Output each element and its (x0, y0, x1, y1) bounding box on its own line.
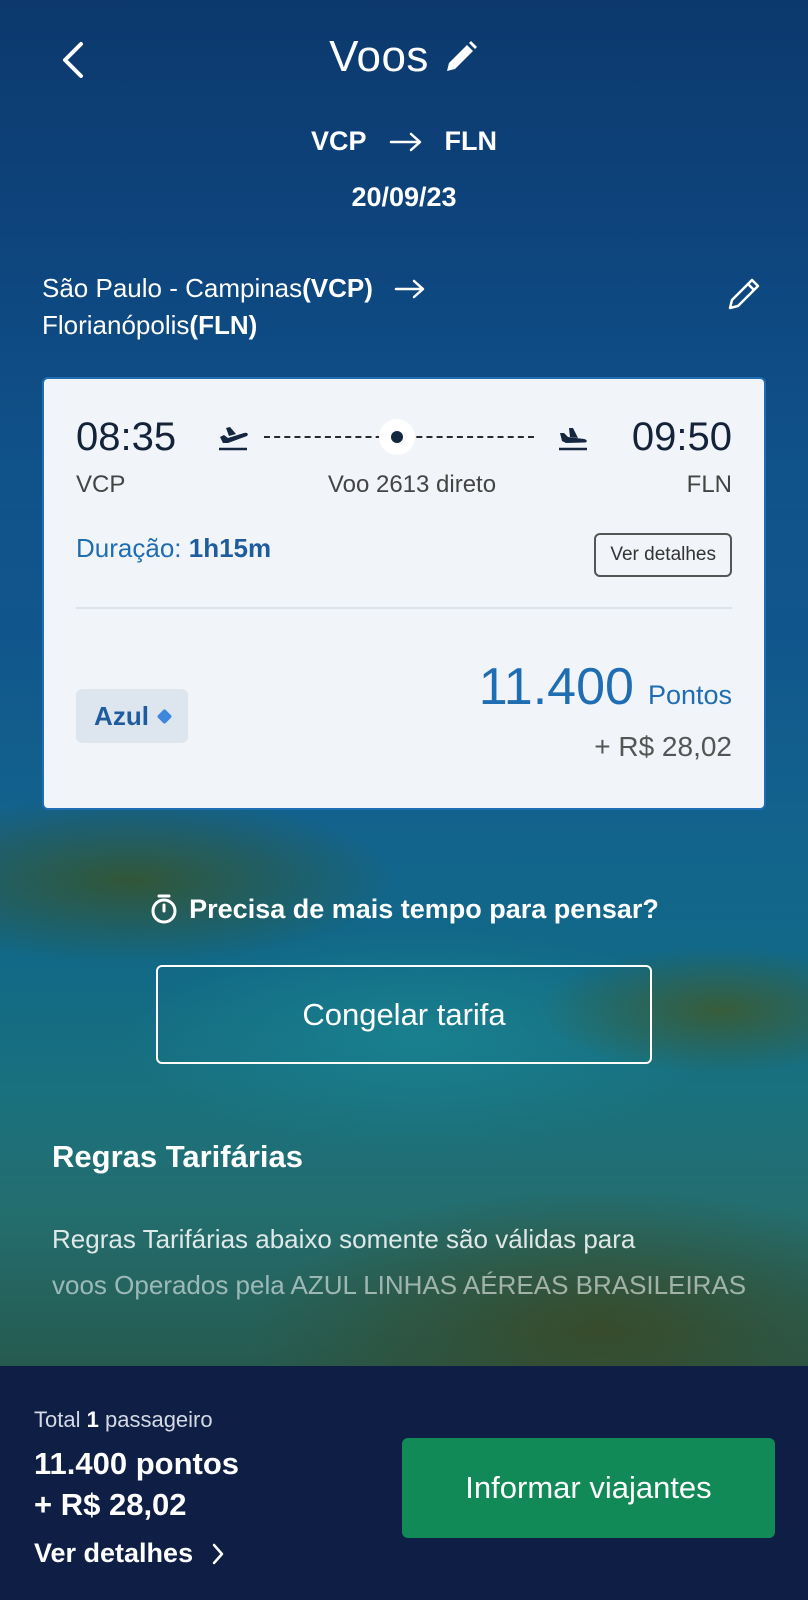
arrow-right-icon (394, 279, 425, 299)
freeze-fare-button[interactable]: Congelar tarifa (156, 965, 652, 1064)
flight-path (264, 419, 534, 455)
destination-city: Florianópolis (42, 310, 190, 340)
duration-label: Duração: (76, 533, 182, 563)
total-details-link[interactable]: Ver detalhes (34, 1538, 225, 1569)
departure-time: 08:35 (76, 415, 177, 459)
landing-icon (559, 428, 587, 451)
destination-code: FLN (444, 126, 497, 156)
direct-flight-dot (379, 419, 415, 455)
freeze-prompt: Precisa de mais tempo para pensar? (0, 893, 808, 925)
arrow-right-icon (389, 132, 421, 151)
origin-code: VCP (310, 126, 367, 156)
money-price: + R$ 28,02 (594, 731, 732, 762)
flight-card[interactable]: 08:35 09:50 VCP Voo 2613 direto FLN Dura… (42, 377, 766, 810)
fare-rules-line: voos Operados pela AZUL LINHAS AÉREAS BR… (52, 1270, 747, 1300)
total-passengers: Total 1 passageiro (34, 1407, 213, 1433)
route-summary: VCP FLN (0, 126, 808, 157)
passenger-count: 1 (86, 1407, 99, 1432)
freeze-question: Precisa de mais tempo para pensar? (189, 893, 659, 924)
takeoff-icon (219, 427, 248, 451)
arrival-code: FLN (686, 471, 732, 498)
duration-value: 1h15m (188, 533, 272, 563)
flight-details-button[interactable]: Ver detalhes (594, 533, 732, 577)
fare-rules-title: Regras Tarifárias (52, 1139, 303, 1174)
passenger-label: passageiro (104, 1407, 213, 1432)
flight-date: 20/09/23 (351, 182, 457, 212)
stopwatch-icon (151, 894, 177, 924)
flight-number: Voo 2613 direto (327, 471, 497, 498)
fare-badge: Azul (76, 689, 188, 743)
page-title: Voos (329, 32, 429, 81)
route-description: São Paulo - Campinas(VCP) Florianópolis(… (42, 270, 662, 344)
fare-rules-text: Regras Tarifárias abaixo somente são vál… (52, 1216, 757, 1308)
diamond-icon (156, 708, 173, 724)
points-value: 11.400 (478, 658, 634, 716)
page-header: Voos (0, 32, 808, 82)
pencil-outline-icon (728, 278, 760, 310)
total-points: 11.400 pontos (34, 1446, 240, 1481)
total-prefix: Total (34, 1407, 81, 1432)
arrival-time: 09:50 (631, 415, 732, 459)
destination-city-code: (FLN) (189, 310, 258, 340)
fare-rules-line: Regras Tarifárias abaixo somente são vál… (52, 1224, 636, 1254)
chevron-right-icon (212, 1543, 224, 1564)
origin-city: São Paulo - Campinas (42, 273, 303, 303)
duration: Duração: 1h15m (76, 533, 271, 564)
origin-city-code: (VCP) (302, 273, 373, 303)
pencil-icon[interactable] (443, 39, 479, 75)
divider (76, 607, 732, 609)
points-unit: Pontos (647, 680, 732, 710)
total-details-label: Ver detalhes (34, 1538, 194, 1568)
inform-travelers-button[interactable]: Informar viajantes (402, 1438, 775, 1538)
edit-route-button[interactable] (724, 274, 764, 314)
total-money: + R$ 28,02 (34, 1487, 187, 1522)
fare-badge-label: Azul (94, 700, 149, 731)
points-price: 11.400 Pontos (479, 657, 732, 717)
